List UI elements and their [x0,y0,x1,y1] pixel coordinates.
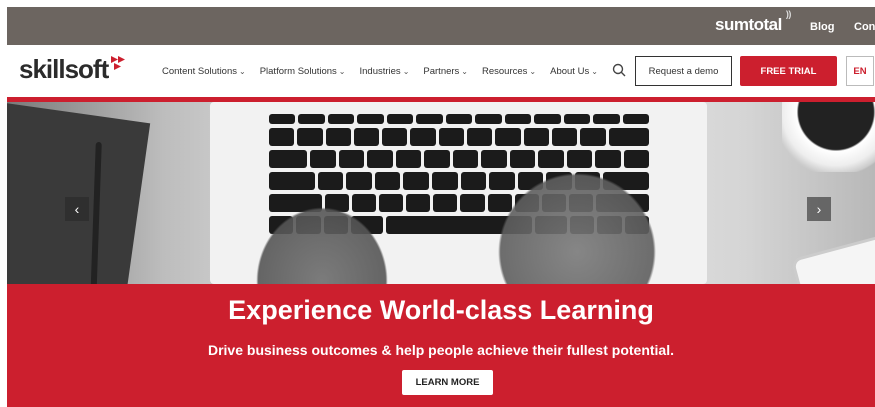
contact-link[interactable]: Contac [854,21,875,33]
sumtotal-wordmark: sumtotal [715,15,782,34]
hero-notebook-image [7,102,151,284]
chevron-down-icon: ⌄ [239,67,246,76]
nav-item-industries[interactable]: Industries ⌄ [360,66,410,77]
hero-carousel: ‹ › [7,102,875,284]
carousel-next-button[interactable]: › [807,197,831,221]
nav-item-label: About Us [550,66,590,77]
chevron-down-icon: ⌄ [338,67,346,76]
chevron-down-icon: ⌄ [402,67,410,76]
nav-item-label: Platform Solutions [259,66,337,77]
sumtotal-logo[interactable]: sumtotal )) [715,9,791,35]
learn-more-button[interactable]: LEARN MORE [402,370,493,395]
nav-item-content-solutions[interactable]: Content Solutions ⌄ [162,66,246,77]
nav-item-label: Industries [359,66,401,77]
nav-item-label: Resources [482,66,528,77]
carousel-prev-button[interactable]: ‹ [65,197,89,221]
chevron-down-icon: ⌄ [529,67,537,76]
hero-subheadline: Drive business outcomes & help people ac… [207,342,674,358]
main-nav: skillsoft Content Solutions ⌄ Platform So… [7,45,875,97]
search-icon[interactable] [612,63,626,77]
utility-bar: sumtotal )) Blog Contac [7,7,875,45]
nav-item-resources[interactable]: Resources ⌄ [482,66,536,77]
free-trial-button[interactable]: FREE TRIAL [740,56,837,86]
skillsoft-arrows-icon [111,56,125,70]
nav-menu: Content Solutions ⌄ Platform Solutions ⌄ I… [162,66,598,77]
hero-right-hand-image [487,162,667,284]
blog-link[interactable]: Blog [810,21,834,33]
chevron-down-icon: ⌄ [591,67,598,76]
hero-coffee-cup-image [782,102,875,172]
skillsoft-logo[interactable]: skillsoft [19,54,109,85]
request-demo-button[interactable]: Request a demo [635,56,732,86]
nav-item-partners[interactable]: Partners ⌄ [423,66,468,77]
chevron-left-icon: ‹ [74,201,80,217]
chevron-right-icon: › [816,201,822,217]
language-selector[interactable]: EN [846,56,874,86]
sumtotal-mark-icon: )) [785,9,792,19]
hero-banner: Experience World-class Learning Drive bu… [7,284,875,407]
hero-headline: Experience World-class Learning [228,295,654,325]
page: sumtotal )) Blog Contac skillsoft Conten… [0,0,875,407]
nav-item-about-us[interactable]: About Us ⌄ [550,66,598,77]
hero-left-hand-image [247,197,397,284]
nav-item-platform-solutions[interactable]: Platform Solutions ⌄ [260,66,346,77]
nav-item-label: Partners [423,66,460,77]
chevron-down-icon: ⌄ [461,67,468,76]
nav-item-label: Content Solutions [162,66,237,77]
